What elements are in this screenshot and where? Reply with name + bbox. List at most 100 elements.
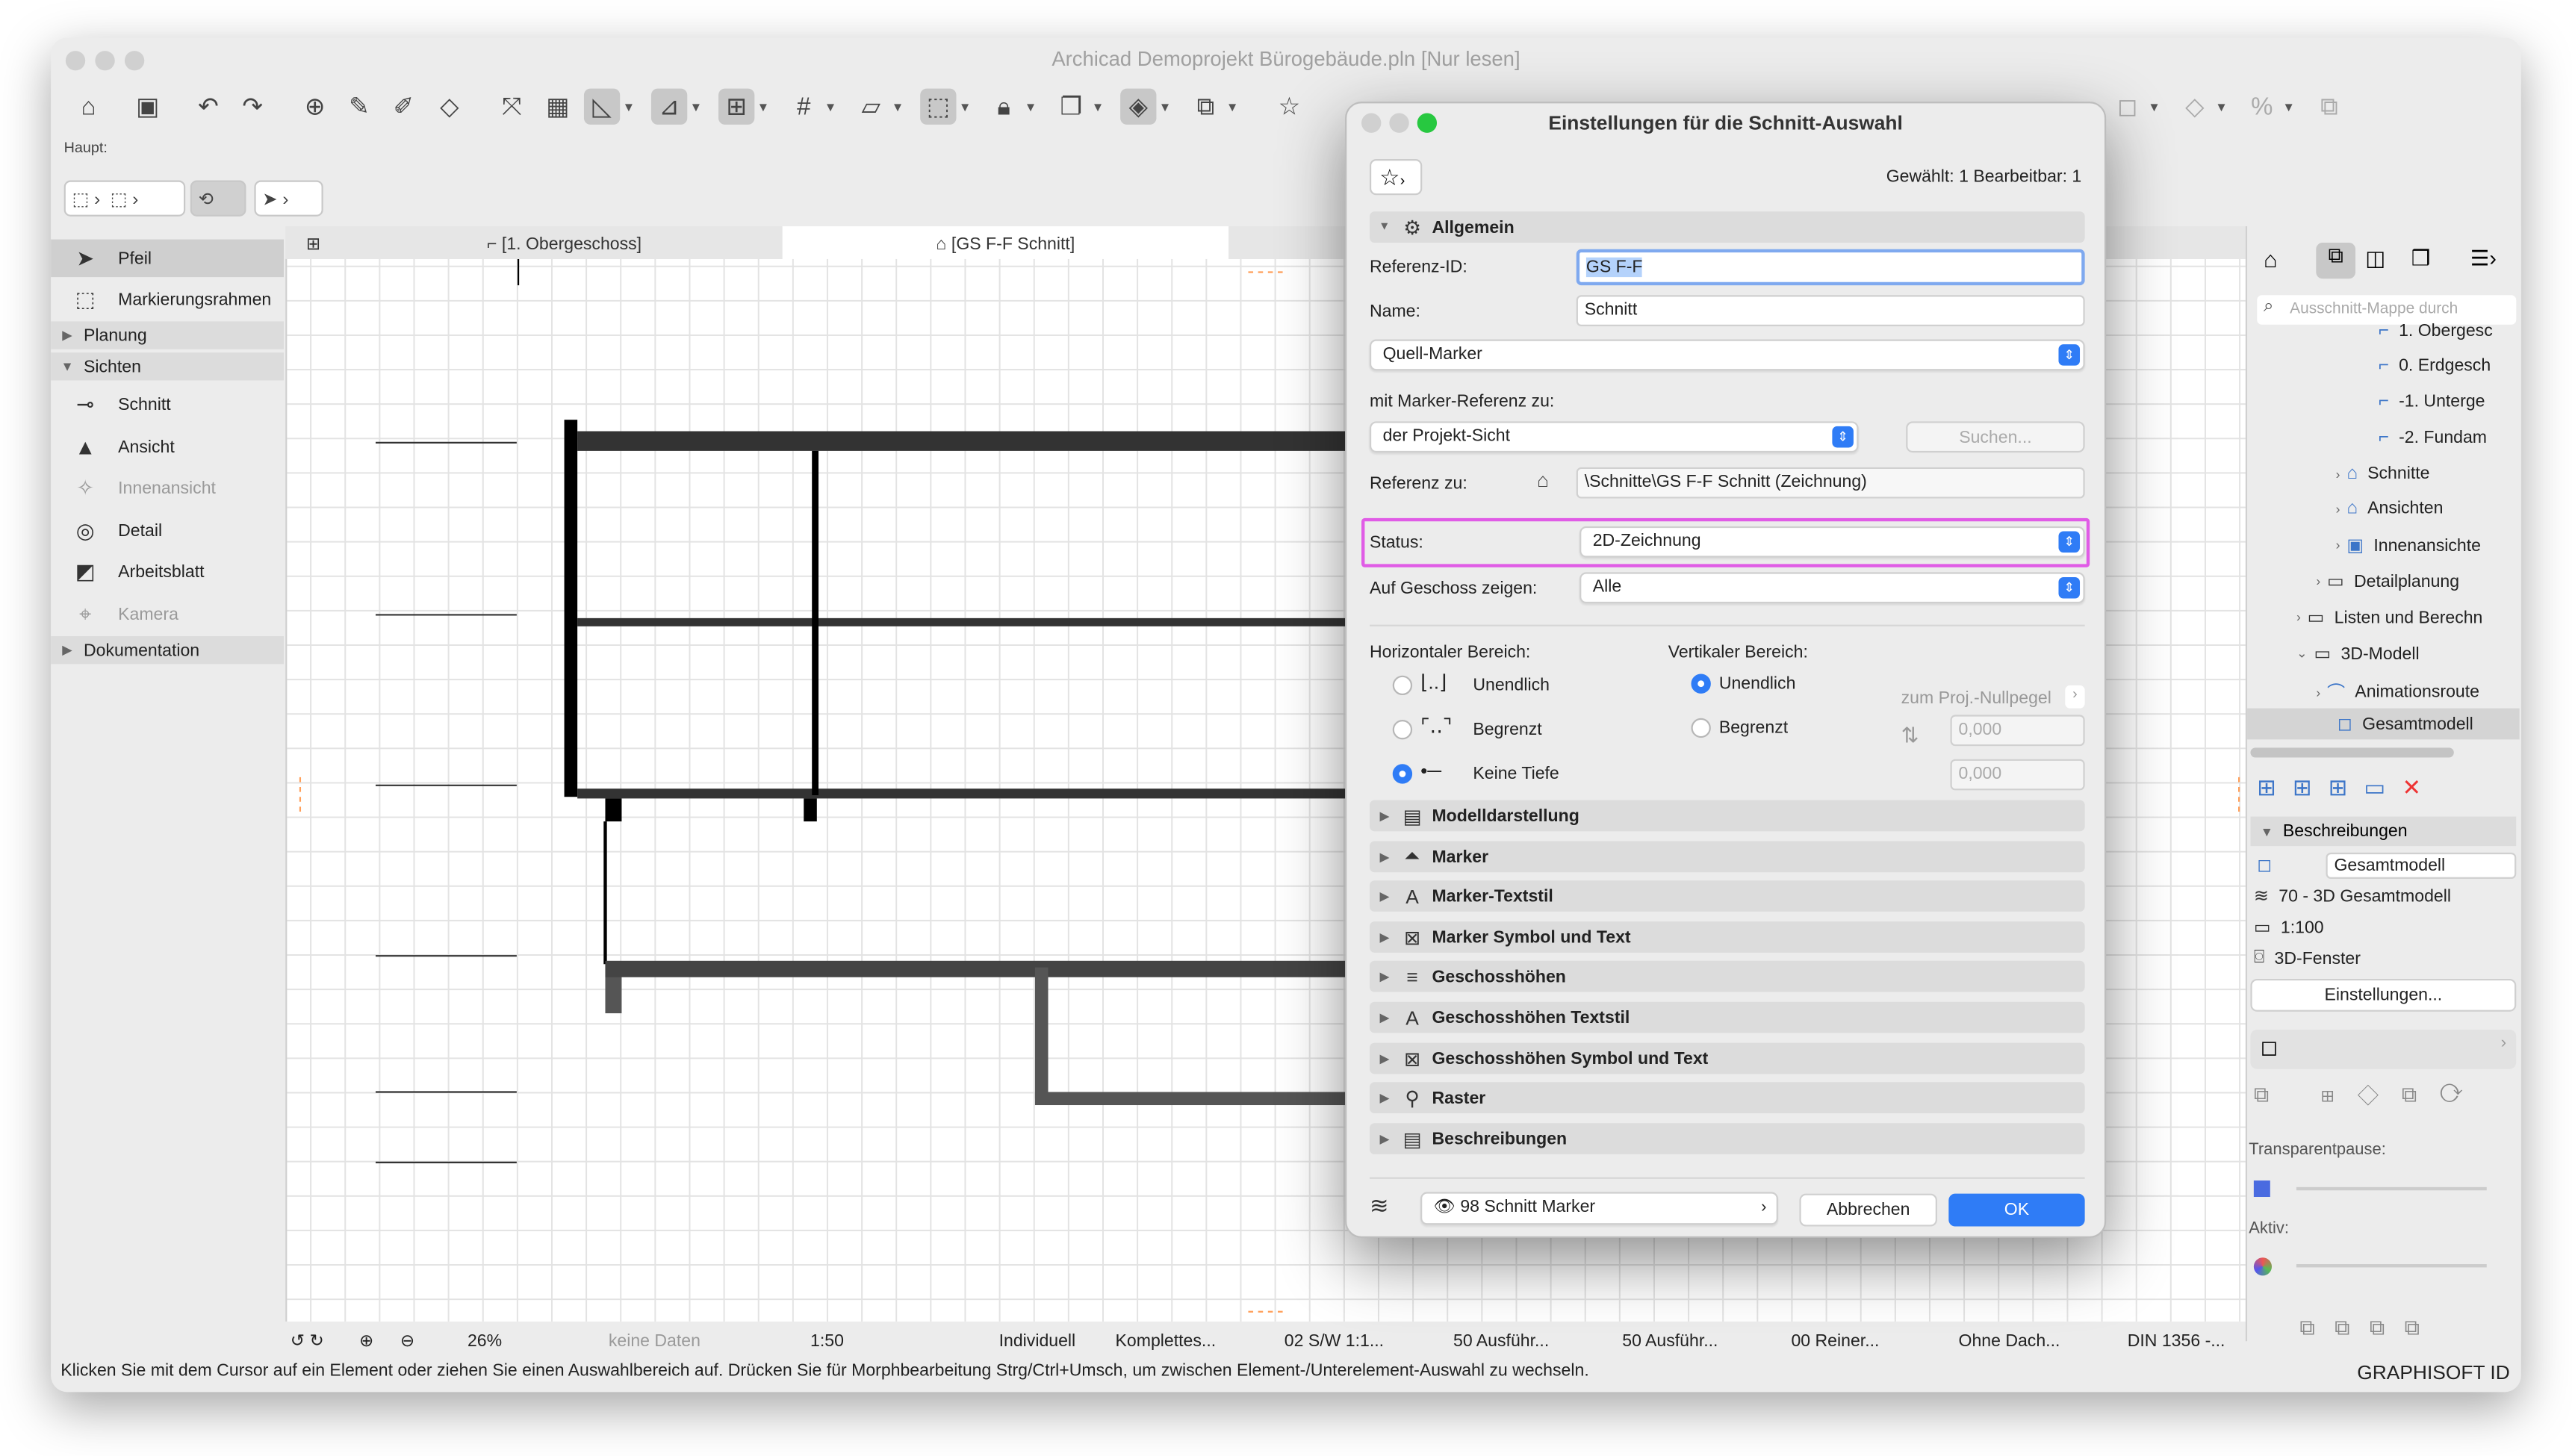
hand-rotate-button[interactable]: ⟲ (190, 180, 246, 217)
undo-view-icon[interactable]: ↺ ↻ (291, 1331, 324, 1351)
selection-method-palette[interactable]: ⬚ › ⬚ › (63, 180, 186, 217)
publisher-icon[interactable]: ❒ (2411, 246, 2431, 272)
section-beschreibungen[interactable]: ▶ ▤ Beschreibungen (1369, 1123, 2085, 1154)
section-marker-symbol[interactable]: ▶ ⊠ Marker Symbol und Text (1369, 921, 2085, 953)
navigator-actions[interactable]: ⊞⊞⊞▭✕ (2257, 774, 2438, 801)
snap-guides-icon[interactable]: ⊿ (650, 88, 688, 125)
status-select[interactable]: 2D-Zeichnung ⇕ (1579, 526, 2085, 558)
chevron-down-icon[interactable]: ▾ (625, 99, 633, 116)
save-icon[interactable]: ▣ (130, 89, 166, 125)
referenz-id-input[interactable]: GS F-F (1576, 249, 2085, 286)
renovation-icon[interactable]: ◈ (1120, 88, 1157, 125)
layout-book-icon[interactable]: ◫ (2365, 246, 2385, 272)
tool-detail[interactable]: ◎ Detail (51, 511, 284, 550)
percent-icon[interactable]: % (2244, 89, 2280, 125)
keine-daten[interactable]: keine Daten (609, 1331, 701, 1351)
ok-button[interactable]: OK (1948, 1193, 2085, 1227)
h-unendlich-radio[interactable] (1392, 675, 1413, 696)
group-sichten[interactable]: ▼ Sichten (51, 352, 284, 381)
tool-kamera[interactable]: ⌖ Kamera (51, 595, 284, 633)
snap-points-icon[interactable]: ⊞ (718, 88, 755, 125)
chevron-down-icon[interactable]: ▾ (961, 99, 969, 116)
abbrechen-button[interactable]: Abbrechen (1799, 1193, 1937, 1227)
navigator-search-input[interactable]: Ausschnitt-Mappe durch (2257, 295, 2517, 325)
view-scale-setting[interactable]: ▭ 1:100 (2254, 917, 2324, 938)
section-modelldarstellung[interactable]: ▶ ▤ Modelldarstellung (1369, 800, 2085, 832)
chevron-down-icon[interactable]: ▾ (1027, 99, 1034, 116)
chevron-down-icon[interactable]: ▾ (2218, 99, 2225, 116)
einstellungen-button[interactable]: Einstellungen... (2250, 978, 2517, 1012)
zoom-value[interactable]: 26% (468, 1331, 502, 1351)
structure-display[interactable]: Ohne Dach... (1959, 1331, 2060, 1351)
delete-icon[interactable]: ✕ (2402, 774, 2438, 800)
projekt-sicht-select[interactable]: der Projekt-Sicht ⇕ (1369, 421, 1859, 453)
guide-line-icon[interactable]: ◺ (583, 88, 621, 125)
nullpegel-chevron-icon[interactable]: › (2065, 685, 2085, 709)
tool-arbeitsblatt[interactable]: ◩ Arbeitsblatt (51, 553, 284, 591)
quell-marker-select[interactable]: Quell-Marker ⇕ (1369, 339, 2085, 371)
chevron-down-icon[interactable]: ▾ (1094, 99, 1102, 116)
tool-innenansicht[interactable]: ✧ Innenansicht (51, 469, 284, 507)
trace-display-tools[interactable]: ⧉⧉⧉⧉ (2299, 1315, 2439, 1341)
group-planung[interactable]: ▶ Planung (51, 321, 284, 349)
zoom-out-icon[interactable]: ⊖ (400, 1331, 414, 1351)
suchen-button[interactable]: Suchen... (1906, 421, 2085, 453)
tree-item-innenansichten[interactable]: › ▣ Innenansichte (2336, 535, 2481, 556)
chevron-down-icon[interactable]: ▾ (760, 99, 767, 116)
trace-icon[interactable]: ◻ (2110, 89, 2146, 125)
tree-item-3d-modell[interactable]: ⌄ ▭ 3D-Modell (2296, 643, 2420, 664)
tree-item-listen[interactable]: › ▭ Listen und Berechn (2296, 606, 2482, 628)
menu-icon[interactable]: ☰› (2470, 246, 2497, 272)
chevron-down-icon[interactable]: ▾ (2285, 99, 2293, 116)
graphic-override-icon[interactable]: ⧉ (1187, 89, 1223, 125)
tree-item-gesamtmodell[interactable]: ◻ Gesamtmodell (2247, 708, 2520, 740)
dimension-standard[interactable]: DIN 1356 -... (2128, 1331, 2225, 1351)
transform-icon[interactable]: ◇ (432, 89, 468, 125)
group-dokumentation[interactable]: ▶ Dokumentation (51, 636, 284, 665)
graphisoft-id[interactable]: GRAPHISOFT ID (2357, 1361, 2510, 1384)
marquee-select-icon[interactable]: ⬚ (920, 88, 957, 125)
syringe-icon[interactable]: ✐ (385, 89, 421, 125)
chevron-down-icon[interactable]: ▾ (1228, 99, 1236, 116)
minimize-window-button[interactable] (95, 51, 115, 71)
zoom-window-button[interactable] (124, 51, 145, 71)
chevron-down-icon[interactable]: ▾ (894, 99, 901, 116)
chevron-down-icon[interactable]: ▾ (827, 99, 834, 116)
section-geschosshoehen-textstil[interactable]: ▶ A Geschosshöhen Textstil (1369, 1001, 2085, 1033)
lock-icon[interactable]: 🔒︎ (986, 89, 1022, 125)
chevron-down-icon[interactable]: ▾ (2150, 99, 2158, 116)
geschoss-select[interactable]: Alle ⇕ (1579, 572, 2085, 604)
section-allgemein[interactable]: ▼ ⚙ Allgemein (1369, 211, 2085, 243)
tab-overview-icon[interactable]: ⊞ (292, 226, 335, 261)
name-input[interactable]: Schnitt (1576, 295, 2085, 326)
section-raster[interactable]: ▶ ⚲ Raster (1369, 1082, 2085, 1114)
arrow-tool-palette[interactable]: ➤ › (254, 180, 323, 217)
graphic-override-1[interactable]: 50 Ausführ... (1453, 1331, 1549, 1351)
favorites-button[interactable]: ☆› (1369, 159, 1423, 196)
transparency-slider[interactable] (2296, 1186, 2487, 1191)
tool-pfeil[interactable]: ➤ Pfeil (51, 239, 284, 278)
marquee-rect-icon[interactable]: ⬚ › (111, 187, 139, 209)
view-layer-setting[interactable]: ≋ 70 - 3D Gesamtmodell (2254, 886, 2451, 906)
scale-value[interactable]: 1:50 (810, 1331, 844, 1351)
tool-ansicht[interactable]: ▲ Ansicht (51, 428, 284, 466)
color-swatch[interactable] (2253, 1180, 2270, 1198)
eyedropper-icon[interactable]: ✎ (341, 89, 377, 125)
layers-icon[interactable]: ❐ (1053, 89, 1089, 125)
tree-item-schnitte[interactable]: › ⌂ Schnitte (2336, 464, 2430, 483)
tree-item-animationsroute[interactable]: › ⌒ Animationsroute (2316, 679, 2479, 705)
tree-item-untergeschoss[interactable]: ⌐ -1. Unterge (2379, 392, 2485, 411)
v-unendlich-radio[interactable] (1691, 673, 1711, 694)
undo-icon[interactable]: ↶ (190, 89, 226, 125)
calendar-icon[interactable]: ▦ (540, 89, 576, 125)
close-window-button[interactable] (65, 51, 86, 71)
tab-schnitt[interactable]: ⌂ [GS F-F Schnitt] (782, 226, 1229, 261)
section-marker-textstil[interactable]: ▶ A Marker-Textstil (1369, 880, 2085, 912)
tree-item-ansichten[interactable]: › ⌂ Ansichten (2336, 499, 2444, 518)
tool-schnitt[interactable]: ⊸ Schnitt (51, 385, 284, 423)
home-icon[interactable]: ⌂ (70, 89, 106, 125)
graphic-override-2[interactable]: 50 Ausführ... (1622, 1331, 1718, 1351)
find-select-icon[interactable]: ⊕ (297, 89, 333, 125)
tree-item-erdgeschoss[interactable]: ⌐ 0. Erdgesch (2379, 356, 2491, 376)
tool-markierungsrahmen[interactable]: ⬚ Markierungsrahmen (51, 280, 284, 318)
